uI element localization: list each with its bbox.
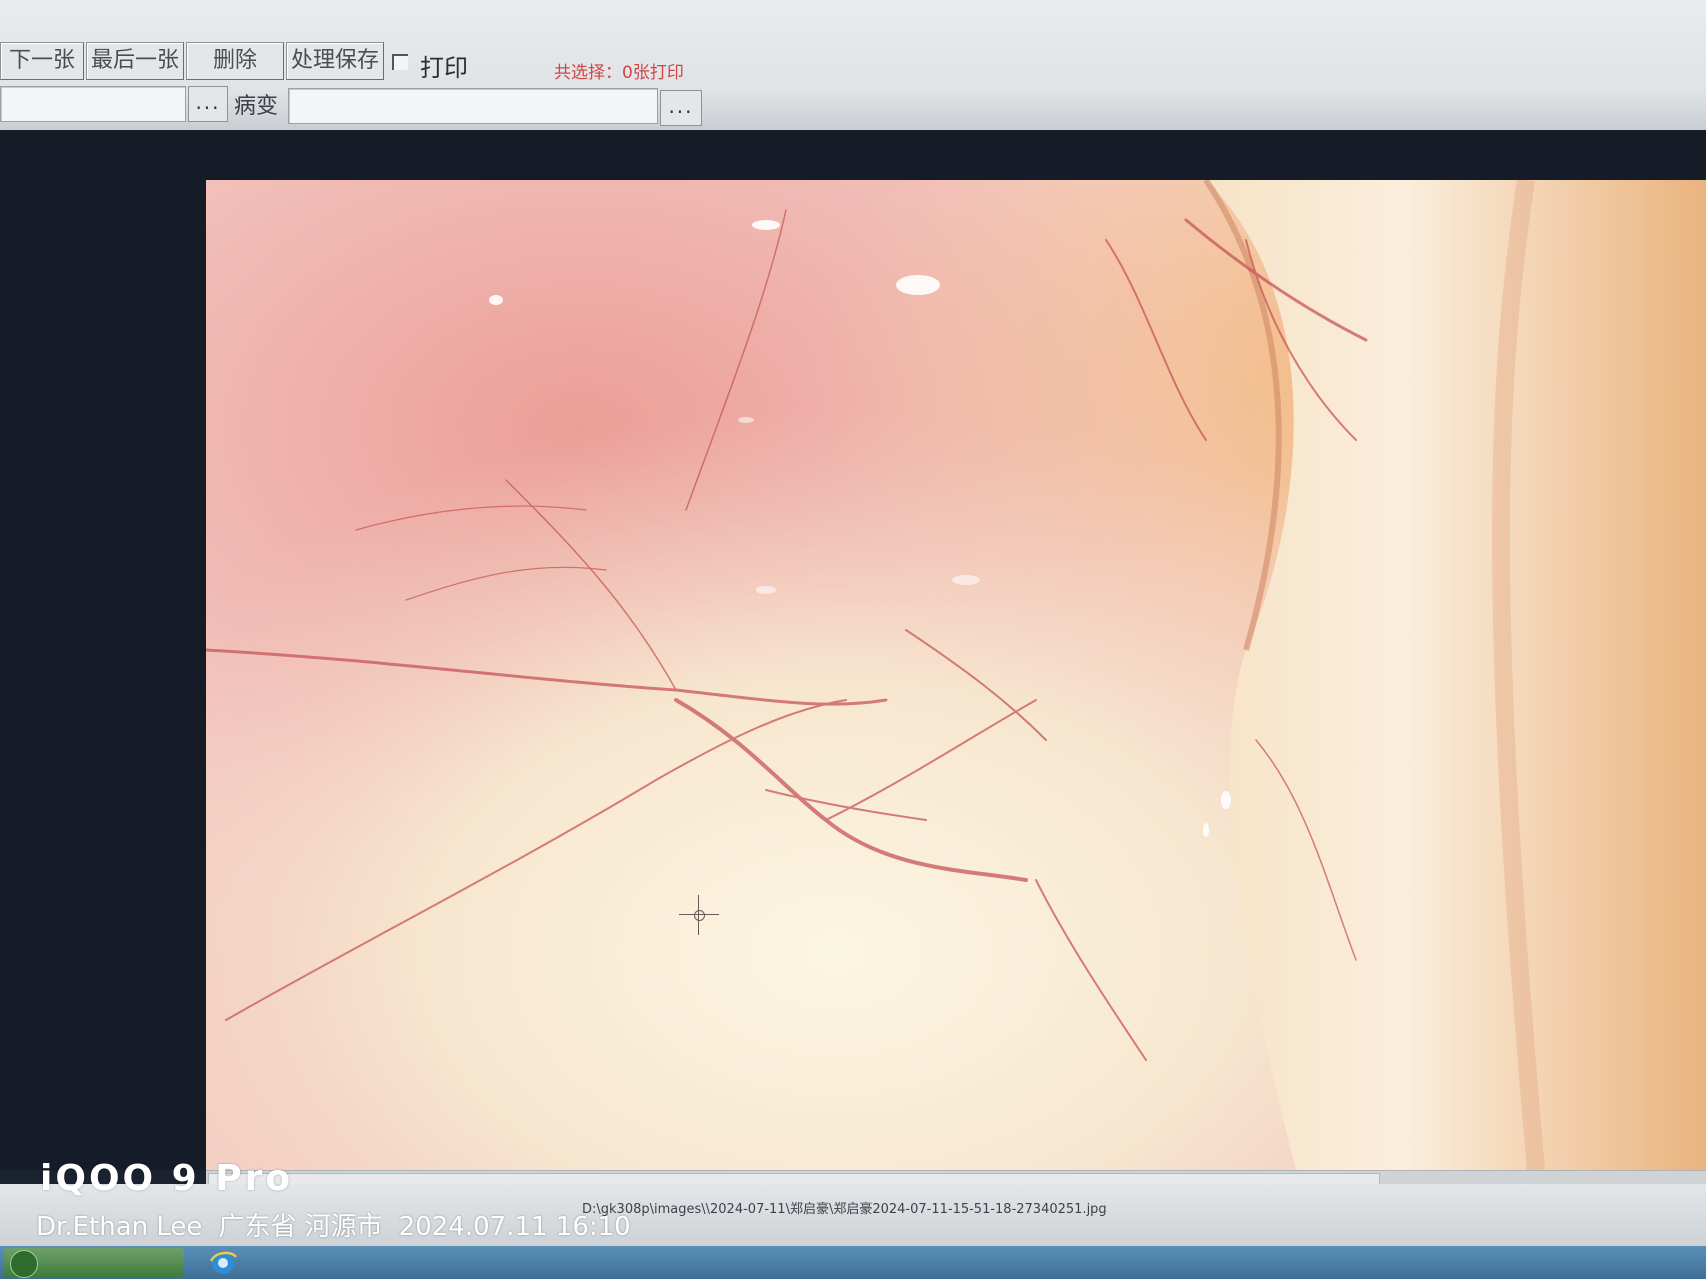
photo-info-watermark: Dr.Ethan Lee 广东省 河源市 2024.07.11 16:10 xyxy=(36,1206,647,1243)
watermark-location: 广东省 河源市 xyxy=(218,1212,383,1242)
toolbar: 下一张 最后一张 删除 处理保存 打印 共选择：0张打印 ... 病变 ... xyxy=(0,0,1706,130)
patient-browse-button[interactable]: ... xyxy=(188,86,228,122)
process-save-button[interactable]: 处理保存 xyxy=(286,42,384,80)
watermark-datetime: 2024.07.11 16:10 xyxy=(398,1212,631,1242)
endoscopy-image[interactable] xyxy=(206,180,1706,1170)
endoscopy-image-graphic xyxy=(206,180,1706,1170)
taskbar xyxy=(0,1246,1706,1279)
patient-field[interactable] xyxy=(0,86,186,122)
delete-button[interactable]: 删除 xyxy=(186,42,284,80)
image-viewer xyxy=(0,130,1706,1170)
camera-model-watermark: iQOO 9 Pro xyxy=(40,1158,294,1199)
lesion-browse-button[interactable]: ... xyxy=(660,90,702,126)
lesion-field[interactable] xyxy=(288,88,658,124)
next-image-button[interactable]: 下一张 xyxy=(0,42,84,80)
internet-explorer-icon[interactable] xyxy=(208,1249,238,1277)
watermark-author: Dr.Ethan Lee xyxy=(36,1212,203,1242)
checkbox-icon[interactable] xyxy=(392,54,408,70)
start-orb-icon xyxy=(10,1250,38,1278)
file-path-text: D:\gk308p\images\\2024-07-11\郑启豪\郑启豪2024… xyxy=(582,1202,1107,1217)
print-checkbox-label: 打印 xyxy=(420,54,468,82)
horizontal-scrollbar[interactable] xyxy=(206,1170,1706,1185)
start-button[interactable] xyxy=(4,1248,184,1278)
selection-count-text: 共选择：0张打印 xyxy=(554,63,684,83)
last-image-button[interactable]: 最后一张 xyxy=(86,42,184,80)
crosshair-cursor-icon xyxy=(679,895,719,935)
lesion-label: 病变 xyxy=(234,94,279,119)
